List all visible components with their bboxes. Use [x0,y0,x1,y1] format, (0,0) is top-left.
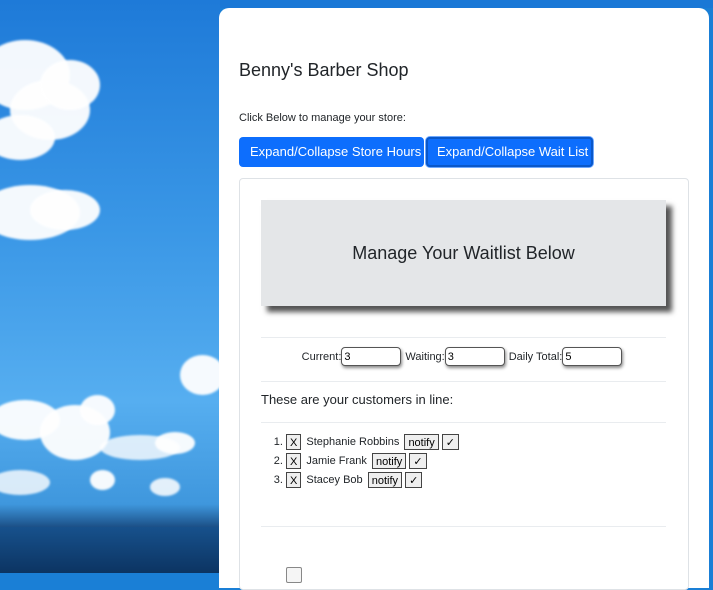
waiting-label: Waiting: [405,350,445,363]
divider [261,337,666,338]
main-panel: Benny's Barber Shop Click Below to manag… [219,8,709,590]
list-item: X Stacey Bob notify ✓ [286,471,459,490]
current-input[interactable] [341,347,402,366]
divider [261,381,666,382]
counts-row: Current: Waiting: Daily Total: [240,347,688,366]
notify-button[interactable]: notify [367,472,403,489]
customer-name: Stephanie Robbins [306,436,400,448]
waitlist-banner: Manage Your Waitlist Below [261,200,666,306]
toggle-store-hours-button[interactable]: Expand/Collapse Store Hours [239,137,424,167]
customer-name: Stacey Bob [306,474,363,486]
toggle-wait-list-button[interactable]: Expand/Collapse Wait List [426,137,593,167]
remove-button[interactable]: X [286,453,302,470]
list-item: X Jamie Frank notify ✓ [286,452,459,471]
daily-total-input[interactable] [562,347,623,366]
customer-list: X Stephanie Robbins notify ✓ X Jamie Fra… [261,433,460,490]
sea [0,527,220,573]
check-button[interactable]: ✓ [409,453,427,470]
current-label: Current: [301,350,342,363]
check-button[interactable]: ✓ [405,472,423,489]
sky-background [0,0,220,573]
check-button[interactable]: ✓ [441,434,460,451]
daily-total-label: Daily Total: [508,350,563,363]
notify-button[interactable]: notify [404,434,439,451]
divider [261,526,666,527]
customer-name: Jamie Frank [306,455,367,467]
remove-button[interactable]: X [286,434,302,451]
list-item: X Stephanie Robbins notify ✓ [286,433,460,452]
remove-button[interactable]: X [286,472,302,489]
waiting-input[interactable] [444,347,505,366]
customers-heading: These are your customers in line: [261,392,454,407]
waitlist-card: Manage Your Waitlist Below Current: Wait… [239,178,689,590]
page-subtitle: Click Below to manage your store: [239,112,406,124]
notify-button[interactable]: notify [372,453,407,470]
divider [261,422,666,423]
page-title: Benny's Barber Shop [239,60,409,80]
add-checkbox[interactable] [286,567,302,583]
